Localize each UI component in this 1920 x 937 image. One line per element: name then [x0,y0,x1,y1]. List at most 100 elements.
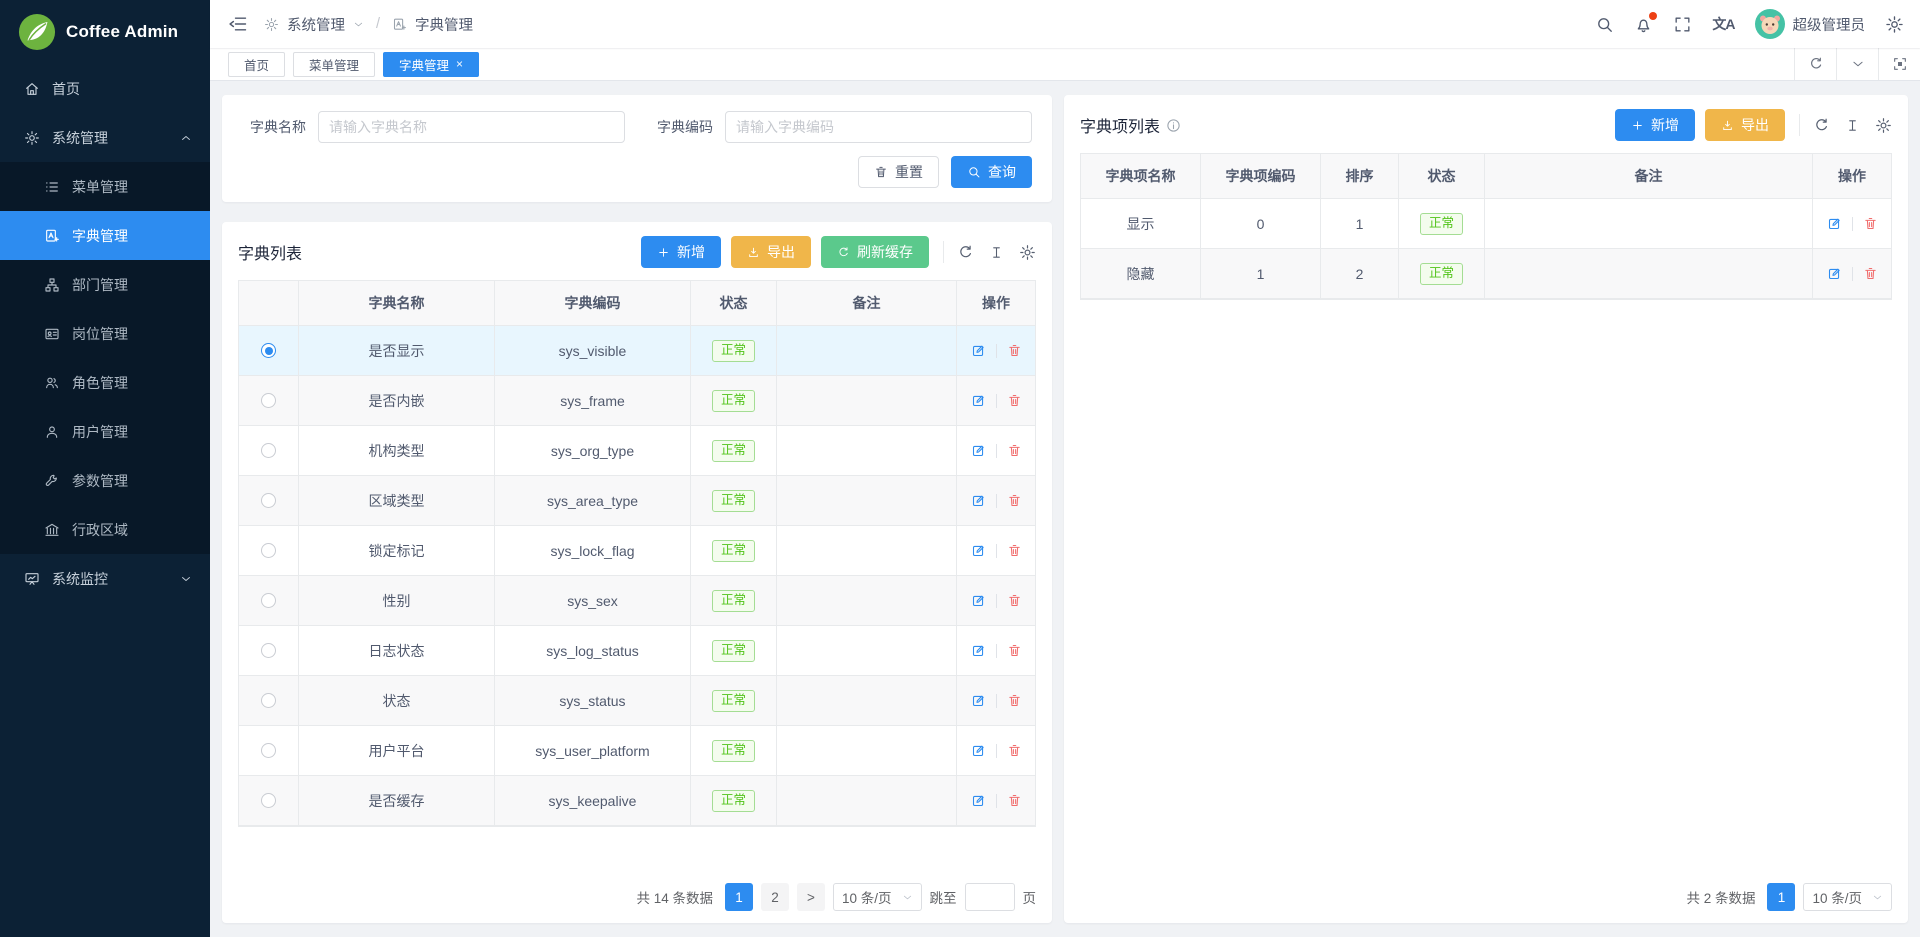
row-radio[interactable] [261,793,276,808]
table-row[interactable]: 是否显示 sys_visible 正常 [239,326,1035,376]
search-icon [967,165,981,179]
delete-icon[interactable] [1007,643,1022,658]
row-radio[interactable] [261,493,276,508]
delete-icon[interactable] [1007,493,1022,508]
status-badge: 正常 [712,490,755,512]
table-row[interactable]: 机构类型 sys_org_type 正常 [239,426,1035,476]
delete-icon[interactable] [1863,216,1878,231]
edit-icon[interactable] [971,643,986,658]
edit-icon[interactable] [1827,216,1842,231]
row-radio[interactable] [261,643,276,658]
edit-icon[interactable] [971,543,986,558]
column-settings-gear-icon[interactable] [1019,244,1036,261]
row-radio[interactable] [261,743,276,758]
page-button-2[interactable]: 2 [761,883,789,911]
table-row[interactable]: 隐藏 1 2 正常 [1081,249,1891,299]
tab-dict-management[interactable]: 字典管理 × [383,52,479,77]
table-row[interactable]: 锁定标记 sys_lock_flag 正常 [239,526,1035,576]
table-row[interactable]: 状态 sys_status 正常 [239,676,1035,726]
edit-icon[interactable] [971,343,986,358]
column-settings-gear-icon[interactable] [1875,117,1892,134]
refresh-icon[interactable] [1794,48,1836,80]
dict-name-input[interactable] [318,111,625,143]
sidebar-item-post-management[interactable]: 岗位管理 [0,309,210,358]
table-row[interactable]: 是否内嵌 sys_frame 正常 [239,376,1035,426]
edit-icon[interactable] [971,393,986,408]
page-size-select[interactable]: 10 条/页 [1803,883,1892,911]
sidebar-item-home[interactable]: 首页 [0,64,210,113]
close-icon[interactable]: × [456,57,463,71]
dict-code-input[interactable] [725,111,1032,143]
delete-icon[interactable] [1007,393,1022,408]
edit-icon[interactable] [971,693,986,708]
delete-icon[interactable] [1007,693,1022,708]
row-radio[interactable] [261,693,276,708]
text-height-icon[interactable] [989,245,1004,260]
sidebar-item-admin-region[interactable]: 行政区域 [0,505,210,554]
sidebar-item-user-management[interactable]: 用户管理 [0,407,210,456]
query-button[interactable]: 查询 [951,156,1032,188]
table-row[interactable]: 性别 sys_sex 正常 [239,576,1035,626]
edit-icon[interactable] [1827,266,1842,281]
dict-panel: 字典名称 字典编码 重置 [222,95,1052,923]
sidebar-item-system-monitor[interactable]: 系统监控 [0,554,210,603]
table-row[interactable]: 区域类型 sys_area_type 正常 [239,476,1035,526]
refresh-cache-button[interactable]: 刷新缓存 [821,236,929,268]
row-radio[interactable] [261,393,276,408]
text-height-icon[interactable] [1845,118,1860,133]
sidebar-item-menu-management[interactable]: 菜单管理 [0,162,210,211]
edit-icon[interactable] [971,743,986,758]
language-icon[interactable]: 文A [1712,14,1734,34]
table-row[interactable]: 用户平台 sys_user_platform 正常 [239,726,1035,776]
page-button-1[interactable]: 1 [725,883,753,911]
row-radio[interactable] [261,593,276,608]
maximize-icon[interactable] [1878,48,1920,80]
delete-icon[interactable] [1007,793,1022,808]
notification-bell-icon[interactable] [1634,15,1653,34]
sidebar-item-system-management[interactable]: 系统管理 [0,113,210,162]
delete-icon[interactable] [1863,266,1878,281]
row-radio[interactable] [261,343,276,358]
search-icon[interactable] [1595,15,1614,34]
user-menu[interactable]: 超级管理员 [1755,9,1866,39]
tab-home[interactable]: 首页 [228,52,285,77]
menu-fold-icon[interactable] [228,14,248,34]
table-row[interactable]: 是否缓存 sys_keepalive 正常 [239,776,1035,826]
breadcrumb-parent[interactable]: 系统管理 [287,14,345,35]
row-radio[interactable] [261,443,276,458]
delete-icon[interactable] [1007,343,1022,358]
next-page-button[interactable]: > [797,883,825,911]
info-icon[interactable] [1166,118,1181,133]
sidebar-item-dict-management[interactable]: 字典管理 [0,211,210,260]
add-button[interactable]: 新增 [641,236,721,268]
tab-menu-management[interactable]: 菜单管理 [293,52,375,77]
fullscreen-icon[interactable] [1673,15,1692,34]
sidebar-item-param-management[interactable]: 参数管理 [0,456,210,505]
edit-icon[interactable] [971,593,986,608]
table-row[interactable]: 日志状态 sys_log_status 正常 [239,626,1035,676]
delete-icon[interactable] [1007,443,1022,458]
sidebar-item-dept-management[interactable]: 部门管理 [0,260,210,309]
delete-icon[interactable] [1007,543,1022,558]
table-row[interactable]: 显示 0 1 正常 [1081,199,1891,249]
jump-page-input[interactable] [965,883,1015,911]
sidebar-item-role-management[interactable]: 角色管理 [0,358,210,407]
app-title: Coffee Admin [66,22,178,42]
settings-gear-icon[interactable] [1885,15,1904,34]
page-size-select[interactable]: 10 条/页 [833,883,922,911]
refresh-icon[interactable] [957,244,974,261]
refresh-icon[interactable] [1813,117,1830,134]
edit-icon[interactable] [971,493,986,508]
export-button[interactable]: 导出 [731,236,811,268]
export-item-button[interactable]: 导出 [1705,109,1785,141]
row-radio[interactable] [261,543,276,558]
delete-icon[interactable] [1007,743,1022,758]
breadcrumb-current[interactable]: 字典管理 [415,14,473,35]
delete-icon[interactable] [1007,593,1022,608]
edit-icon[interactable] [971,793,986,808]
add-item-button[interactable]: 新增 [1615,109,1695,141]
page-button-1[interactable]: 1 [1767,883,1795,911]
edit-icon[interactable] [971,443,986,458]
reset-button[interactable]: 重置 [858,156,939,188]
chevron-down-icon[interactable] [1836,48,1878,80]
